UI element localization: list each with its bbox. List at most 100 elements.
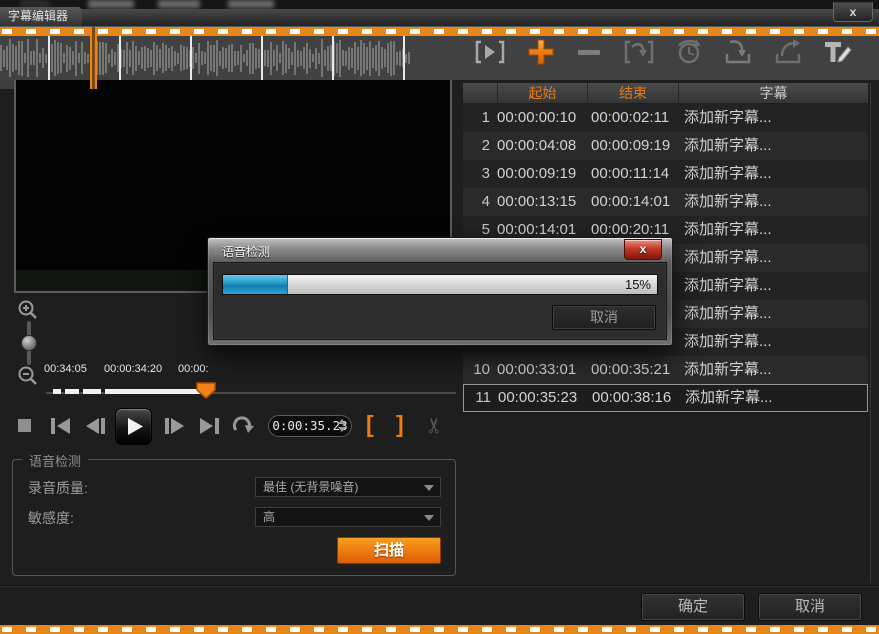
scrubber-segment [83, 389, 101, 394]
zoom-slider-knob[interactable] [21, 335, 37, 351]
row-subtitle: 添加新字幕... [684, 244, 868, 272]
row-index: 11 [464, 385, 498, 411]
scan-button[interactable]: 扫描 [337, 537, 441, 564]
repeat-button[interactable] [231, 415, 254, 436]
row-start: 00:00:35:23 [498, 385, 592, 411]
row-subtitle: 添加新字幕... [684, 160, 868, 188]
scan-play-range-icon[interactable] [474, 37, 506, 67]
row-start: 00:00:00:10 [497, 104, 591, 132]
zoom-out-icon[interactable] [17, 365, 39, 387]
spinner-down-icon[interactable] [338, 427, 346, 432]
subtitle-editor-window: 字幕编辑器 x [0, 0, 879, 634]
voice-detection-dialog: 语音检测 x 15% 取消 [207, 237, 673, 346]
progress-fill [223, 275, 288, 294]
mark-in-button[interactable]: [ [366, 411, 374, 437]
row-subtitle: 添加新字幕... [684, 300, 868, 328]
row-subtitle: 添加新字幕... [684, 188, 868, 216]
frame-divider [332, 36, 334, 80]
cut-scissors-icon[interactable]: ✂ [422, 417, 447, 435]
next-frame-button[interactable] [164, 417, 185, 435]
sensitivity-value: 高 [263, 510, 275, 524]
add-subtitle-icon[interactable] [527, 38, 555, 66]
row-index: 3 [463, 160, 497, 188]
spinner-up-icon[interactable] [338, 419, 346, 424]
timecode-spinner[interactable] [338, 419, 346, 433]
subtitle-toolbar [462, 37, 868, 77]
row-subtitle: 添加新字幕... [684, 328, 868, 356]
frame-divider [261, 36, 263, 80]
frame-divider [48, 36, 50, 80]
import-subtitle-icon[interactable] [722, 37, 754, 67]
go-to-start-button[interactable] [50, 417, 71, 435]
table-row[interactable]: 300:00:09:1900:00:11:14添加新字幕... [463, 160, 868, 188]
cancel-button[interactable]: 取消 [758, 593, 862, 621]
timecode-value: 0:00:35.23 [272, 418, 347, 433]
row-start: 00:00:09:19 [497, 160, 591, 188]
row-index: 10 [463, 356, 497, 384]
dialog-body: 15% 取消 [213, 262, 667, 340]
header-subtitle[interactable]: 字幕 [678, 83, 868, 104]
sensitivity-dropdown[interactable]: 高 [255, 507, 441, 527]
row-end: 00:00:14:01 [591, 188, 684, 216]
row-end: 00:00:38:16 [592, 385, 685, 411]
row-subtitle: 添加新字幕... [685, 385, 867, 411]
go-to-end-button[interactable] [199, 417, 220, 435]
table-header: 起始 结束 字幕 [463, 83, 868, 104]
row-subtitle: 添加新字幕... [684, 272, 868, 300]
time-offset-icon[interactable] [673, 37, 705, 67]
table-row[interactable]: 400:00:13:1500:00:14:01添加新字幕... [463, 188, 868, 216]
row-end: 00:00:11:14 [591, 160, 684, 188]
row-subtitle: 添加新字幕... [684, 104, 868, 132]
ok-button[interactable]: 确定 [641, 593, 745, 621]
progress-bar: 15% [222, 274, 658, 295]
dialog-close-button[interactable]: x [624, 239, 662, 260]
audio-filmstrip[interactable] [0, 27, 412, 89]
scrubber-segment [105, 389, 201, 394]
quality-value: 最佳 (无背景噪音) [263, 480, 358, 494]
play-button[interactable] [115, 408, 152, 445]
background-blur [88, 0, 134, 8]
film-sprocket-top [0, 27, 412, 36]
playhead-marker[interactable] [196, 382, 216, 399]
timecode-display[interactable]: 0:00:35.23 [268, 415, 352, 437]
dialog-cancel-button[interactable]: 取消 [552, 305, 656, 330]
row-subtitle: 添加新字幕... [684, 356, 868, 384]
panel-edge [870, 83, 871, 583]
row-index: 1 [463, 104, 497, 132]
header-end[interactable]: 结束 [587, 83, 678, 104]
row-end: 00:00:02:11 [591, 104, 684, 132]
row-end: 00:00:35:21 [591, 356, 684, 384]
zoom-in-icon[interactable] [17, 299, 39, 321]
background-blur [228, 0, 274, 8]
row-subtitle: 添加新字幕... [684, 132, 868, 160]
chevron-down-icon [424, 485, 434, 491]
header-index[interactable] [463, 83, 497, 104]
remove-subtitle-icon[interactable] [575, 38, 603, 66]
scrubber-segment [65, 389, 79, 394]
edit-text-icon[interactable] [822, 37, 854, 67]
table-row[interactable]: 100:00:00:1000:00:02:11添加新字幕... [463, 104, 868, 132]
row-index: 4 [463, 188, 497, 216]
audio-waveform [0, 36, 412, 80]
table-row[interactable]: 200:00:04:0800:00:09:19添加新字幕... [463, 132, 868, 160]
quality-dropdown[interactable]: 最佳 (无背景噪音) [255, 477, 441, 497]
previous-frame-button[interactable] [85, 417, 106, 435]
timeline-timestamp: 00:00:34:20 [104, 363, 162, 375]
frame-divider [119, 36, 121, 80]
mark-out-button[interactable]: ] [396, 411, 404, 437]
table-row[interactable]: 1000:00:33:0100:00:35:21添加新字幕... [463, 356, 868, 384]
stop-button[interactable] [18, 419, 32, 433]
scrubber-segment [53, 389, 61, 394]
voice-detection-legend: 语音检测 [22, 451, 88, 470]
footer-separator [0, 585, 879, 587]
table-row[interactable]: 1100:00:35:2300:00:38:16添加新字幕... [463, 384, 868, 412]
row-start: 00:00:04:08 [497, 132, 591, 160]
close-window-button[interactable]: x [833, 2, 873, 22]
header-start[interactable]: 起始 [497, 83, 587, 104]
progress-percent: 15% [625, 275, 651, 294]
merge-subtitle-icon[interactable] [623, 37, 655, 67]
timeline-timestamp: 00:34:05 [44, 363, 87, 375]
export-subtitle-icon[interactable] [772, 37, 804, 67]
row-index: 2 [463, 132, 497, 160]
row-start: 00:00:33:01 [497, 356, 591, 384]
